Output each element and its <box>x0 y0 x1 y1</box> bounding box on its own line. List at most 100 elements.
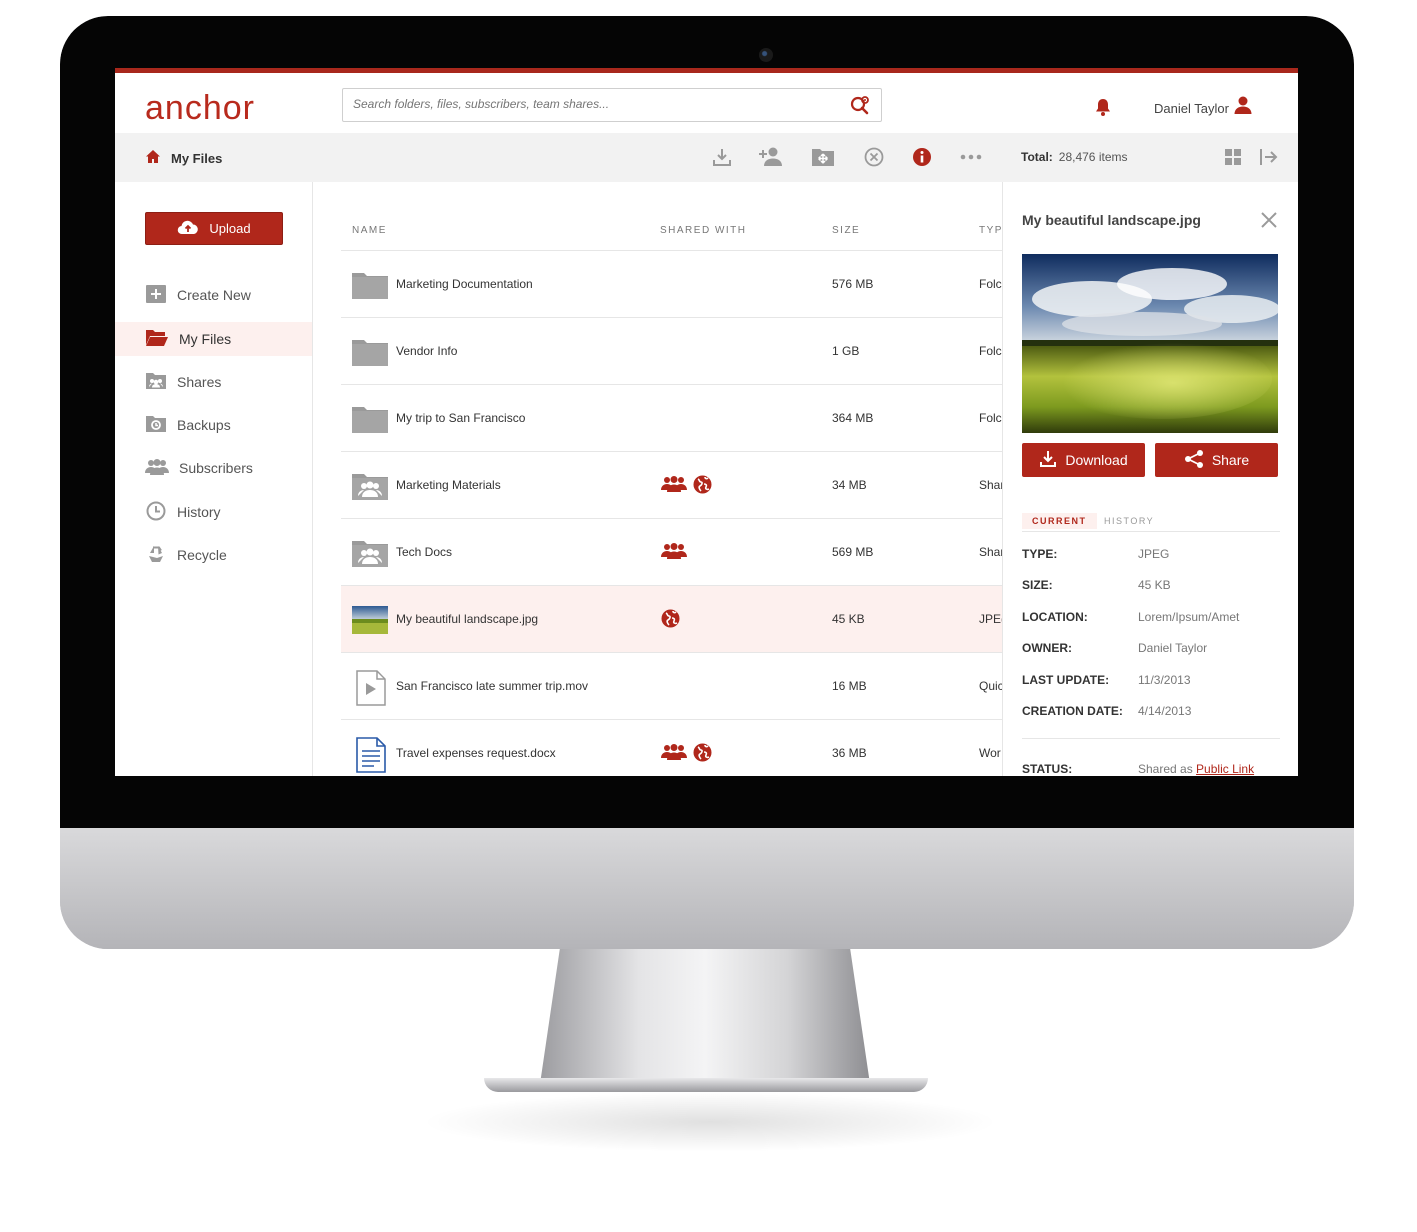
total-label: Total: <box>1021 150 1053 164</box>
sidebar-item-recycle[interactable]: Recycle <box>115 538 312 572</box>
add-user-icon[interactable] <box>758 146 784 173</box>
details-title: My beautiful landscape.jpg <box>1022 212 1201 228</box>
sidebar-item-history[interactable]: History <box>115 495 312 529</box>
file-type: Quic <box>979 679 1002 693</box>
file-size: 45 KB <box>832 612 865 626</box>
meta-value: 45 KB <box>1138 578 1171 592</box>
file-type: Shar <box>979 478 1002 492</box>
tab-current[interactable]: CURRENT <box>1022 513 1097 529</box>
breadcrumb-my-files[interactable]: My Files <box>171 151 222 166</box>
collapse-panel-icon[interactable] <box>1259 147 1279 172</box>
file-list: NAME SHARED WITH SIZE TYP Marketing Docu… <box>341 182 1002 776</box>
total-items: Total: 28,476 items <box>1021 150 1128 164</box>
more-icon[interactable] <box>959 146 983 173</box>
folder-icon <box>352 338 388 371</box>
table-row-selected[interactable]: My beautiful landscape.jpg 45 KB JPE( <box>341 586 1002 653</box>
table-row[interactable]: Tech Docs 569 MB Shar <box>341 519 1002 586</box>
meta-key: SIZE: <box>1022 578 1053 592</box>
globe-icon[interactable] <box>693 743 712 767</box>
tab-history[interactable]: HISTORY <box>1094 513 1164 529</box>
file-size: 16 MB <box>832 679 867 693</box>
close-icon[interactable] <box>1259 210 1279 235</box>
file-size: 34 MB <box>832 478 867 492</box>
file-name: Marketing Materials <box>396 478 501 492</box>
file-name: Travel expenses request.docx <box>396 746 556 760</box>
camera <box>759 48 773 62</box>
file-name: Vendor Info <box>396 344 458 358</box>
app-screen: anchor Daniel Taylor My Files <box>115 68 1298 776</box>
file-size: 576 MB <box>832 277 874 291</box>
shared-with <box>661 542 687 565</box>
cancel-icon[interactable] <box>863 146 885 173</box>
globe-icon[interactable] <box>661 609 680 633</box>
share-icon <box>1184 449 1204 471</box>
file-size: 36 MB <box>832 746 867 760</box>
status-prefix: Shared as <box>1138 762 1193 776</box>
upload-button[interactable]: Upload <box>145 212 283 245</box>
download-button[interactable]: Download <box>1022 443 1145 477</box>
file-type: JPE( <box>979 612 1002 626</box>
sidebar-item-subscribers[interactable]: Subscribers <box>115 451 312 485</box>
file-name: Tech Docs <box>396 545 453 559</box>
group-icon[interactable] <box>661 542 687 565</box>
search-input[interactable] <box>343 89 843 119</box>
download-icon <box>1039 450 1057 471</box>
file-type: Folc <box>979 411 1002 425</box>
home-icon[interactable] <box>145 149 161 167</box>
grid-view-icon[interactable] <box>1224 148 1242 171</box>
user-icon[interactable] <box>1233 95 1253 120</box>
meta-key: LAST UPDATE: <box>1022 673 1110 687</box>
folder-icon <box>352 405 388 438</box>
public-link[interactable]: Public Link <box>1196 762 1254 776</box>
move-icon[interactable] <box>811 146 835 173</box>
sidebar-item-my-files[interactable]: My Files <box>115 322 312 356</box>
table-row[interactable]: Marketing Materials 34 MB Shar <box>341 452 1002 519</box>
download-icon[interactable] <box>711 146 733 173</box>
table-row[interactable]: Travel expenses request.docx 36 MB Wor <box>341 720 1002 776</box>
column-header-name[interactable]: NAME <box>352 225 387 236</box>
sidebar: Upload Create New My Files Shares Backup… <box>115 182 313 776</box>
column-header-size[interactable]: SIZE <box>832 225 860 236</box>
bell-icon[interactable] <box>1093 97 1113 122</box>
folder-icon <box>352 271 388 304</box>
monitor-stand <box>540 949 870 1084</box>
group-icon[interactable] <box>661 743 687 767</box>
breadcrumb: My Files <box>145 149 222 167</box>
image-preview <box>1022 254 1278 433</box>
create-new-icon <box>145 284 167 307</box>
download-label: Download <box>1065 452 1128 468</box>
table-row[interactable]: Vendor Info 1 GB Folc <box>341 318 1002 385</box>
table-row[interactable]: San Francisco late summer trip.mov 16 MB… <box>341 653 1002 720</box>
image-thumbnail <box>352 606 388 639</box>
file-size: 1 GB <box>832 344 860 358</box>
column-header-shared-with[interactable]: SHARED WITH <box>660 225 747 236</box>
meta-key: OWNER: <box>1022 641 1072 655</box>
column-header-type[interactable]: TYP <box>979 225 1002 236</box>
table-row[interactable]: Marketing Documentation 576 MB Folc <box>341 251 1002 318</box>
anchor-logo[interactable]: anchor <box>145 91 255 125</box>
file-name: San Francisco late summer trip.mov <box>396 679 589 693</box>
file-name: Marketing Documentation <box>396 277 533 291</box>
search-settings-icon[interactable] <box>849 94 871 121</box>
share-button[interactable]: Share <box>1155 443 1278 477</box>
sidebar-item-shares[interactable]: Shares <box>115 365 312 399</box>
file-size: 569 MB <box>832 545 874 559</box>
group-icon[interactable] <box>661 475 687 499</box>
sidebar-item-create-new[interactable]: Create New <box>115 278 312 312</box>
meta-key: TYPE: <box>1022 547 1058 561</box>
shared-folder-icon <box>352 539 388 572</box>
recycle-icon <box>145 543 167 568</box>
top-bar: anchor Daniel Taylor <box>115 68 1298 133</box>
shared-with <box>661 743 712 767</box>
monitor-chin <box>60 828 1354 949</box>
user-name[interactable]: Daniel Taylor <box>1154 101 1229 116</box>
shared-with <box>661 475 712 499</box>
table-row[interactable]: My trip to San Francisco 364 MB Folc <box>341 385 1002 452</box>
stand-shadow <box>420 1092 1000 1152</box>
sidebar-item-backups[interactable]: Backups <box>115 408 312 442</box>
file-type: Folc <box>979 344 1002 358</box>
backups-icon <box>145 414 167 437</box>
meta-value: 4/14/2013 <box>1138 704 1192 718</box>
globe-icon[interactable] <box>693 475 712 499</box>
info-icon[interactable] <box>911 146 933 173</box>
